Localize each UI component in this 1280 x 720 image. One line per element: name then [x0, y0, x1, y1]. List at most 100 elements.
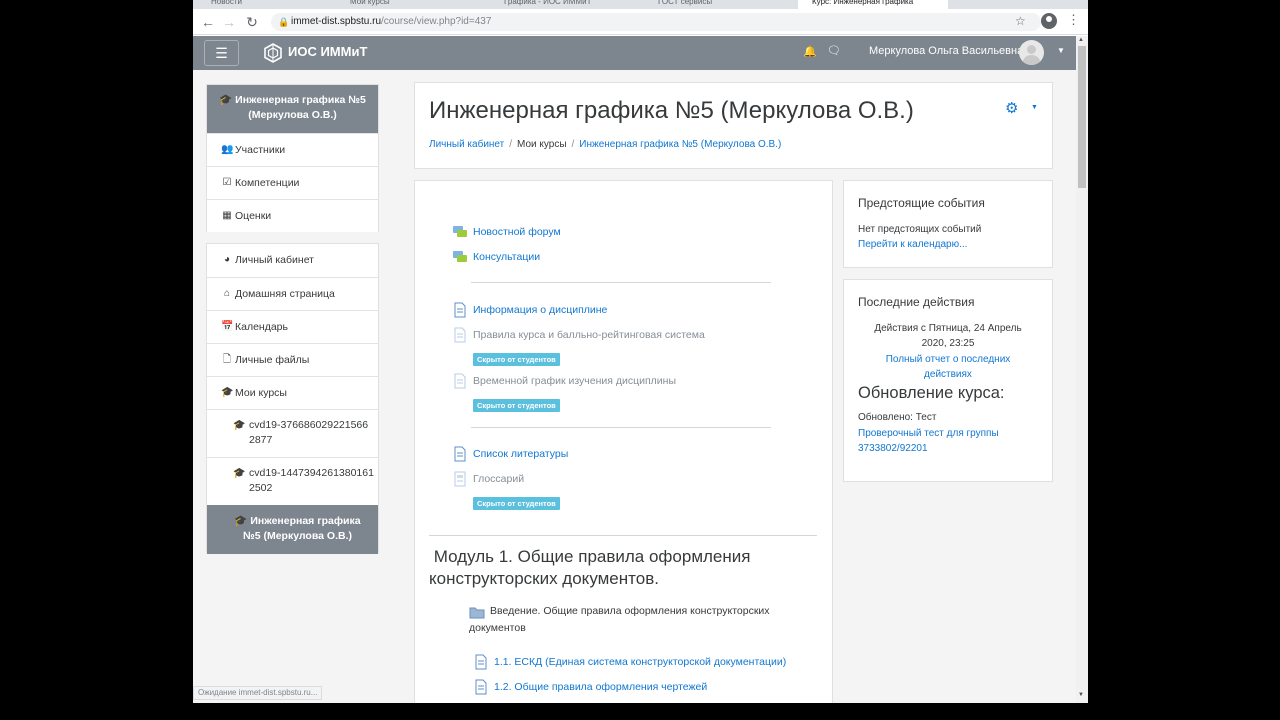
folder-icon — [469, 607, 485, 619]
page-icon — [454, 302, 466, 318]
forward-icon[interactable]: → — [220, 13, 238, 31]
scroll-up-icon[interactable]: ▲ — [1078, 37, 1084, 43]
address-bar[interactable]: 🔒 immet-dist.spbstu.ru/course/view.php?i… — [271, 13, 1041, 31]
sidebar-item-course-active[interactable]: 🎓 Инженерная графика №5 (Меркулова О.В.) — [207, 85, 378, 133]
page-icon — [454, 327, 466, 343]
graduation-cap-icon: 🎓 — [221, 387, 234, 398]
sidebar-item-label: Инженерная графика №5 (Меркулова О.В.) — [242, 515, 361, 542]
updated-quiz-link[interactable]: Проверочный тест для группы — [858, 428, 999, 439]
table-icon: ▦ — [222, 210, 232, 221]
activity-label: Введение. Общие правила оформления конст… — [469, 605, 770, 634]
browser-tab[interactable]: ГОСТ сервисы — [644, 0, 794, 9]
sidebar-item-label: Компетенции — [235, 177, 300, 189]
page-scrollbar[interactable]: ▲ ▼ — [1076, 36, 1088, 703]
course-content: Новостной форум Консультации Информация … — [414, 180, 833, 703]
chevron-down-icon[interactable]: ▼ — [1031, 104, 1038, 111]
sidebar-item-label: Мои курсы — [235, 387, 287, 399]
no-events-text: Нет предстоящих событий — [858, 224, 982, 235]
page-viewport: ☰ ИОС ИММиТ 🔔 🗨 Меркулова Ольга Васильев… — [193, 36, 1076, 703]
sidebar-item-home[interactable]: ⌂ Домашняя страница — [207, 277, 378, 310]
messages-icon[interactable]: 🗨 — [827, 44, 841, 57]
back-icon[interactable]: ← — [199, 13, 217, 31]
url-host: immet-dist.spbstu.ru — [291, 16, 382, 27]
recent-activity-block: Последние действия Действия с Пятница, 2… — [843, 279, 1053, 482]
updated-label: Обновлено: Тест — [858, 412, 937, 423]
breadcrumb-link[interactable]: Личный кабинет — [429, 139, 504, 150]
sidebar-item-grades[interactable]: ▦ Оценки — [207, 199, 378, 232]
url-path: /course/view.php?id=437 — [381, 16, 492, 27]
browser-tab[interactable]: Мои курсы — [336, 0, 486, 9]
scrollbar-thumb[interactable] — [1078, 46, 1086, 188]
page-icon — [454, 446, 466, 462]
activity-label: Правила курса и балльно-рейтинговая сист… — [473, 329, 705, 341]
activity-label: Глоссарий — [473, 473, 525, 485]
sidebar-item-label: cvd19-3766860292215662877 — [249, 419, 369, 446]
sidebar-item-label: Личные файлы — [235, 354, 310, 366]
breadcrumb-item[interactable]: Мои курсы — [517, 139, 567, 150]
calendar-icon: 📅 — [221, 321, 234, 332]
activity-label: 1.1. ЕСКД (Единая система конструкторско… — [494, 656, 787, 668]
gear-icon[interactable]: ⚙ — [1005, 99, 1018, 117]
browser-window: Новости Мои курсы Графика - ИОС ИММиТ ГО… — [193, 0, 1088, 703]
sidebar-item-label: Инженерная графика №5 (Меркулова О.В.) — [235, 94, 366, 121]
browser-tab-active[interactable]: Курс: Инженерная графика — [798, 0, 948, 9]
sidebar-item-course[interactable]: 🎓 cvd19-14473942613801612502 — [207, 457, 378, 505]
file-icon: 🗋 — [222, 354, 232, 365]
sidebar-item-my-courses[interactable]: 🎓 Мои курсы — [207, 376, 378, 409]
drawer-toggle-button[interactable]: ☰ — [204, 40, 239, 66]
forum-icon — [453, 226, 467, 237]
sidebar-item-label: cvd19-14473942613801612502 — [249, 467, 374, 494]
brand-logo-icon — [264, 43, 282, 63]
block-title: Предстоящие события — [858, 196, 985, 210]
sidebar-item-current-course[interactable]: 🎓 Инженерная графика №5 (Меркулова О.В.) — [207, 505, 378, 554]
hidden-badge: Скрыто от студентов — [473, 399, 560, 412]
sidebar-item-label: Личный кабинет — [235, 254, 314, 266]
sidebar-item-participants[interactable]: 👥 Участники — [207, 133, 378, 166]
activity-label: Новостной форум — [473, 226, 561, 238]
bookmark-star-icon[interactable]: ☆ — [1015, 14, 1026, 28]
site-nav-block: ◕ Личный кабинет ⌂ Домашняя страница 📅 К… — [206, 243, 379, 554]
graduation-cap-icon: 🎓 — [234, 515, 248, 527]
breadcrumb-link[interactable]: Инженерная графика №5 (Меркулова О.В.) — [579, 139, 781, 150]
upcoming-events-block: Предстоящие события Нет предстоящих собы… — [843, 180, 1053, 268]
sidebar-item-calendar[interactable]: 📅 Календарь — [207, 310, 378, 343]
calendar-link[interactable]: Перейти к календарю... — [858, 239, 967, 250]
sidebar-item-course[interactable]: 🎓 cvd19-3766860292215662877 — [207, 409, 378, 457]
section-title: Модуль 1. Общие правила оформления конст… — [429, 547, 751, 588]
scroll-down-icon[interactable]: ▼ — [1078, 692, 1084, 698]
browser-tab[interactable]: Новости — [197, 0, 332, 9]
profile-icon[interactable] — [1041, 13, 1057, 29]
glossary-icon — [454, 471, 466, 487]
divider — [471, 282, 771, 283]
avatar[interactable] — [1019, 40, 1044, 65]
page-title: Инженерная графика №5 (Меркулова О.В.) — [429, 97, 914, 124]
browser-toolbar: ← → ↻ 🔒 immet-dist.spbstu.ru/course/view… — [193, 9, 1088, 35]
menu-kebab-icon[interactable]: ⋮ — [1067, 12, 1080, 28]
activity-label: Временной график изучения дисциплины — [473, 375, 677, 387]
browser-tab[interactable]: Графика - ИОС ИММиТ — [490, 0, 640, 9]
activity-intro-folder[interactable]: Введение. Общие правила оформления конст… — [469, 605, 789, 637]
section-divider — [429, 535, 817, 536]
home-icon: ⌂ — [223, 288, 231, 299]
reload-icon[interactable]: ↻ — [243, 13, 261, 31]
activity-label: 1.2. Общие правила оформления чертежей — [494, 681, 708, 693]
block-title: Последние действия — [858, 295, 975, 309]
full-report-link[interactable]: действиях — [844, 369, 1052, 380]
divider — [471, 427, 771, 428]
user-menu-caret-icon[interactable]: ▼ — [1057, 46, 1065, 55]
sidebar-item-label: Участники — [235, 144, 286, 156]
full-report-link[interactable]: Полный отчет о последних — [844, 354, 1052, 365]
sidebar-item-competencies[interactable]: ☑ Компетенции — [207, 166, 378, 199]
notification-bell-icon[interactable]: 🔔 — [803, 45, 817, 58]
top-navbar: ☰ ИОС ИММиТ 🔔 🗨 Меркулова Ольга Васильев… — [193, 36, 1076, 70]
updated-quiz-link[interactable]: 3733802/92201 — [858, 443, 928, 454]
sidebar-item-dashboard[interactable]: ◕ Личный кабинет — [207, 244, 378, 277]
sidebar-item-label: Оценки — [235, 210, 272, 222]
lock-icon: 🔒 — [278, 17, 290, 27]
sidebar-item-private-files[interactable]: 🗋 Личные файлы — [207, 343, 378, 376]
brand-name[interactable]: ИОС ИММиТ — [288, 44, 367, 59]
user-name[interactable]: Меркулова Ольга Васильевна — [869, 45, 1023, 57]
page-icon — [475, 654, 487, 670]
forum-icon — [453, 251, 467, 262]
breadcrumb: Личный кабинет / Мои курсы / Инженерная граф… — [429, 139, 782, 150]
